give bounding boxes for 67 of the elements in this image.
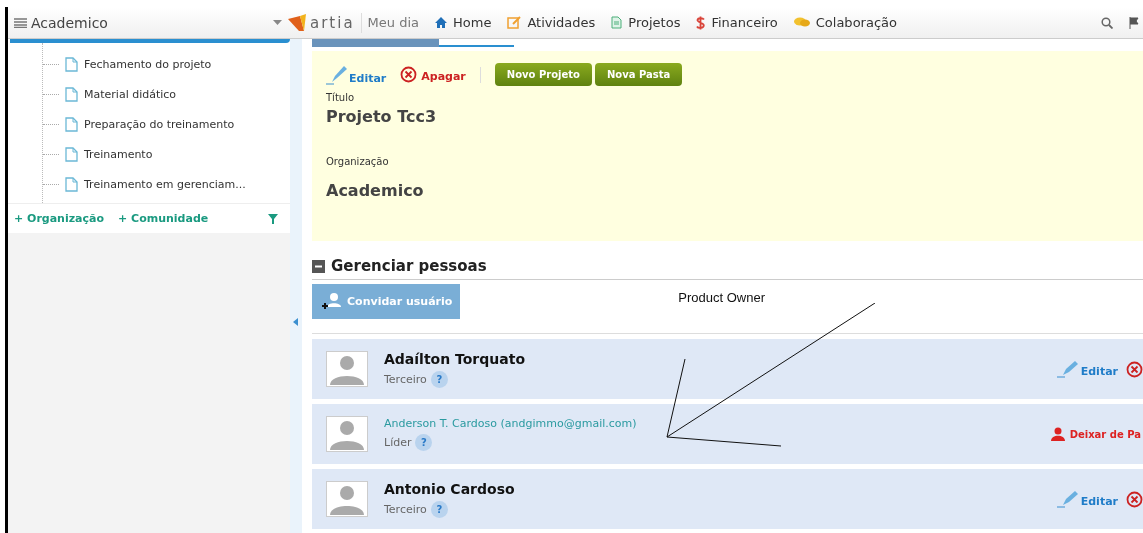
pencil-icon	[1056, 490, 1079, 508]
avatar-icon	[326, 351, 368, 387]
tree-item[interactable]: Preparação do treinamento	[84, 117, 235, 131]
workspace-name[interactable]: Academico	[31, 14, 108, 31]
pencil-note-icon	[507, 16, 522, 29]
delete-icon	[400, 66, 418, 83]
section-title: Gerenciar pessoas	[331, 257, 487, 275]
page-icon	[65, 116, 78, 132]
logo-icon	[288, 12, 308, 33]
menu-icon[interactable]	[14, 17, 27, 28]
edit-link[interactable]: Editar	[1056, 490, 1118, 508]
person-icon	[1049, 427, 1066, 441]
chat-icon	[793, 17, 810, 28]
tree-item[interactable]: Material didático	[84, 87, 177, 101]
annotation-text: Product Owner	[678, 290, 766, 305]
caret-icon[interactable]	[273, 20, 282, 25]
nav-link[interactable]: Meu dia	[367, 15, 420, 30]
nav-link[interactable]: Atividades	[527, 15, 596, 30]
dollar-icon	[696, 15, 706, 30]
collapse-icon[interactable]	[312, 259, 325, 273]
edit-link[interactable]: Editar	[326, 64, 387, 85]
add-link[interactable]: + Comunidade	[118, 212, 209, 225]
home-icon	[435, 17, 448, 28]
add-link[interactable]: + Organização	[14, 212, 105, 225]
logo-text: artia	[310, 13, 355, 32]
member-role: Líder	[384, 436, 412, 449]
project-button[interactable]: Novo Projeto	[494, 63, 592, 86]
tree-item[interactable]: Treinamento	[84, 147, 153, 161]
member-name: Antonio Cardoso	[384, 480, 515, 497]
field-value: Academico	[326, 181, 425, 200]
member-name: Adaílton Torquato	[384, 350, 525, 367]
member-role: Terceiro	[384, 372, 427, 386]
nav-link[interactable]: Projetos	[628, 15, 681, 30]
nav-link[interactable]: Financeiro	[711, 15, 778, 30]
nav-link[interactable]: Home	[453, 15, 492, 30]
leave-link[interactable]: Deixar de Pa	[1049, 427, 1141, 441]
help-badge[interactable]: ?	[415, 434, 433, 451]
invite-button[interactable]: Convidar usuário	[312, 284, 461, 319]
pencil-icon	[1056, 360, 1079, 378]
project-button[interactable]: Nova Pasta	[594, 63, 683, 86]
page-icon	[65, 176, 78, 192]
page-icon	[65, 146, 78, 162]
flag-icon[interactable]	[1129, 16, 1139, 29]
document-icon	[611, 16, 623, 29]
member-link[interactable]: Anderson T. Cardoso (andgimmo@gmail.com)	[384, 417, 637, 430]
help-badge[interactable]: ?	[430, 500, 448, 518]
search-icon[interactable]	[1101, 16, 1113, 29]
delete-icon[interactable]	[1126, 490, 1143, 508]
avatar-icon	[326, 481, 368, 517]
delete-link[interactable]: Apagar	[400, 66, 466, 83]
member-role: Terceiro	[384, 502, 427, 516]
pencil-icon	[326, 64, 348, 85]
field-value: Projeto Tcc3	[326, 107, 438, 126]
collapse-arrow-icon[interactable]	[293, 318, 298, 326]
filter-icon[interactable]	[268, 213, 278, 224]
avatar-icon	[326, 416, 368, 452]
page-icon	[65, 86, 78, 102]
field-label: Título	[326, 92, 356, 103]
page-icon	[65, 56, 78, 72]
help-badge[interactable]: ?	[430, 370, 448, 388]
delete-icon[interactable]	[1126, 360, 1143, 378]
tree-item[interactable]: Fechamento do projeto	[84, 57, 212, 71]
edit-link[interactable]: Editar	[1056, 360, 1118, 378]
add-user-icon	[320, 291, 344, 312]
tree-item[interactable]: Treinamento em gerenciam...	[84, 177, 246, 191]
nav-link[interactable]: Colaboração	[815, 15, 897, 30]
field-label: Organização	[326, 156, 390, 167]
